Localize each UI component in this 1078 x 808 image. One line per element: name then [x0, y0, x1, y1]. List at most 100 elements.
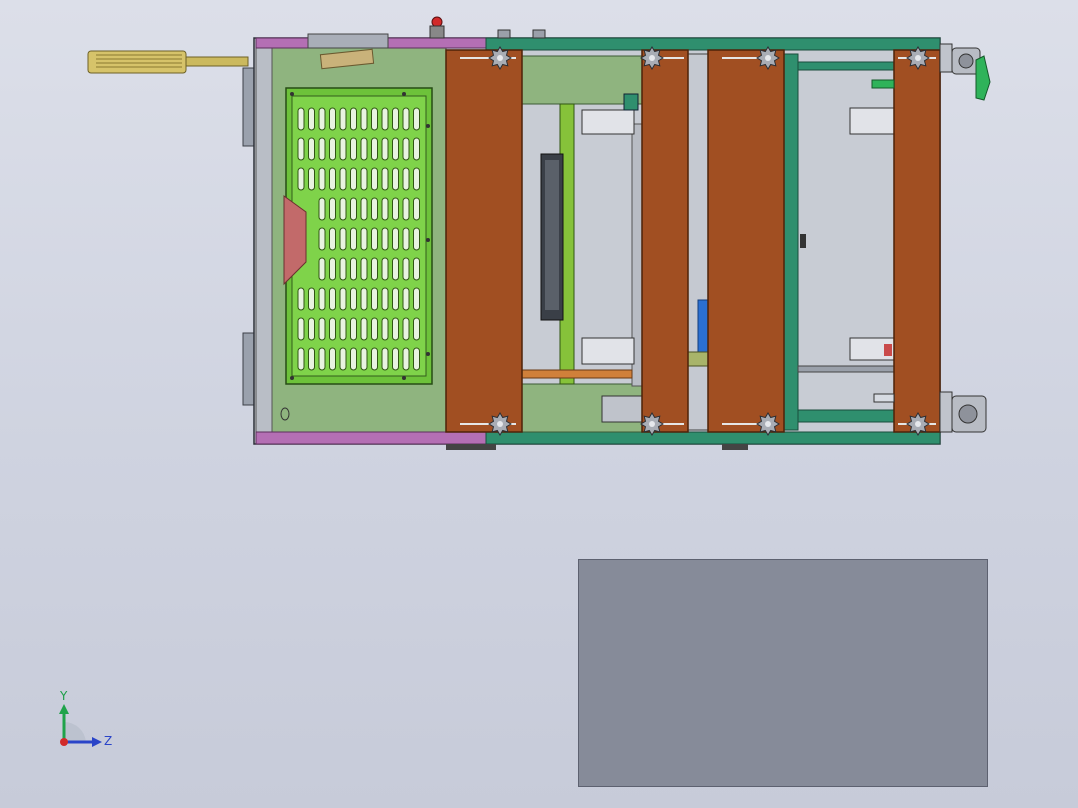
perforation-slot	[318, 167, 326, 191]
perforation-slot	[413, 227, 420, 251]
star-knob-center	[497, 55, 503, 61]
top-fitting-b	[532, 29, 546, 39]
star-knob-center	[649, 421, 655, 427]
perforation-slot	[402, 287, 410, 311]
perforation-slot	[350, 197, 357, 221]
perforation-slot	[413, 137, 420, 161]
right-lower-rail	[797, 365, 895, 373]
perforation-slot	[392, 137, 399, 161]
perforation-slot	[413, 287, 420, 311]
perforation-slot	[402, 137, 410, 161]
handle-shaft	[185, 56, 249, 67]
perforation-slot	[360, 317, 368, 341]
perforation-slot	[329, 107, 336, 131]
star-knob-center	[649, 55, 655, 61]
perforation-slot	[413, 167, 420, 191]
perforation-slot	[329, 287, 336, 311]
perforation-slot	[360, 227, 368, 251]
perforation-slot	[381, 227, 389, 251]
perforation-slot	[402, 257, 410, 281]
perforation-slot	[339, 287, 347, 311]
coordinate-triad-icon: Y Z	[59, 689, 112, 748]
upper-caster-hub	[958, 53, 974, 69]
star-knob-center	[915, 55, 921, 61]
perforation-slot	[297, 167, 305, 191]
lower-clamp-bracket	[581, 337, 635, 365]
perforation-slot	[392, 287, 399, 311]
perforation-slot	[350, 257, 357, 281]
perforation-slot	[392, 167, 399, 191]
green-leveling-foot[interactable]	[975, 55, 991, 101]
left-bracket-lower	[242, 332, 255, 406]
brown-plate-4[interactable]	[893, 49, 941, 433]
perforation-slot	[392, 227, 399, 251]
perforation-slot	[297, 347, 305, 371]
perforation-slot	[297, 287, 305, 311]
bottom-green-rail	[485, 431, 941, 445]
perforation-slot	[339, 347, 347, 371]
right-bottom-crossbar	[797, 409, 895, 423]
brown-plate-1[interactable]	[445, 49, 523, 433]
bottom-foot-right	[722, 444, 748, 450]
perforation-slot	[329, 347, 336, 371]
perforation-slot	[360, 137, 368, 161]
perforation-slot	[339, 197, 347, 221]
perforation-slot	[381, 197, 389, 221]
perforation-slot	[360, 167, 368, 191]
perforation-slot	[413, 347, 420, 371]
perforation-slot	[371, 317, 378, 341]
perforation-slot	[329, 137, 336, 161]
perforation-slot	[308, 347, 315, 371]
right-red-marker	[884, 344, 892, 356]
perforation-slot	[308, 317, 315, 341]
perforation-slot	[318, 257, 326, 281]
perforation-slot	[339, 167, 347, 191]
perforation-slot	[381, 167, 389, 191]
perforated-plate[interactable]	[283, 87, 433, 385]
star-knob-center	[765, 421, 771, 427]
left-side-rail	[255, 47, 273, 433]
perforation-slot	[350, 137, 357, 161]
bottom-foot-left	[446, 444, 496, 450]
perforation-slot	[392, 347, 399, 371]
star-knob-center	[915, 421, 921, 427]
upper-wheel-bracket	[939, 43, 953, 73]
overlay-panel	[578, 559, 988, 787]
perforation-slot	[360, 347, 368, 371]
star-knob-center	[765, 55, 771, 61]
copper-rod	[521, 369, 633, 379]
perforation-slot	[381, 317, 389, 341]
perforation-slot	[329, 197, 336, 221]
brown-plate-3[interactable]	[707, 49, 785, 433]
perforation-slot	[402, 197, 410, 221]
olive-block	[685, 351, 709, 367]
perforation-slot	[392, 107, 399, 131]
perforation-slot	[318, 287, 326, 311]
perforation-slot	[339, 137, 347, 161]
perforation-slot	[371, 107, 378, 131]
brown-plate-2[interactable]	[641, 49, 689, 433]
perforation-slot	[350, 317, 357, 341]
perforation-slot	[402, 317, 410, 341]
perforation-slot	[339, 227, 347, 251]
handle-assembly[interactable]	[87, 50, 249, 74]
right-top-crossbar	[797, 61, 895, 71]
upper-green-fitting	[623, 93, 639, 111]
perforation-slot	[350, 227, 357, 251]
center-column	[687, 53, 709, 431]
perforation-slot	[371, 287, 378, 311]
top-green-rail	[485, 37, 941, 51]
graphics-viewport[interactable]: Y Z	[0, 0, 1078, 808]
perforation-slot	[350, 107, 357, 131]
perforation-slot	[339, 317, 347, 341]
perforation-slot	[297, 137, 305, 161]
perforation-slot	[402, 347, 410, 371]
perforation-slot	[392, 257, 399, 281]
perforation-slot	[413, 107, 420, 131]
linear-actuator-face	[545, 160, 559, 310]
perforation-slot	[413, 257, 420, 281]
right-frame-tab	[800, 234, 806, 248]
left-bracket-upper	[242, 67, 255, 147]
perforation-slot	[350, 287, 357, 311]
perforation-slot	[329, 317, 336, 341]
